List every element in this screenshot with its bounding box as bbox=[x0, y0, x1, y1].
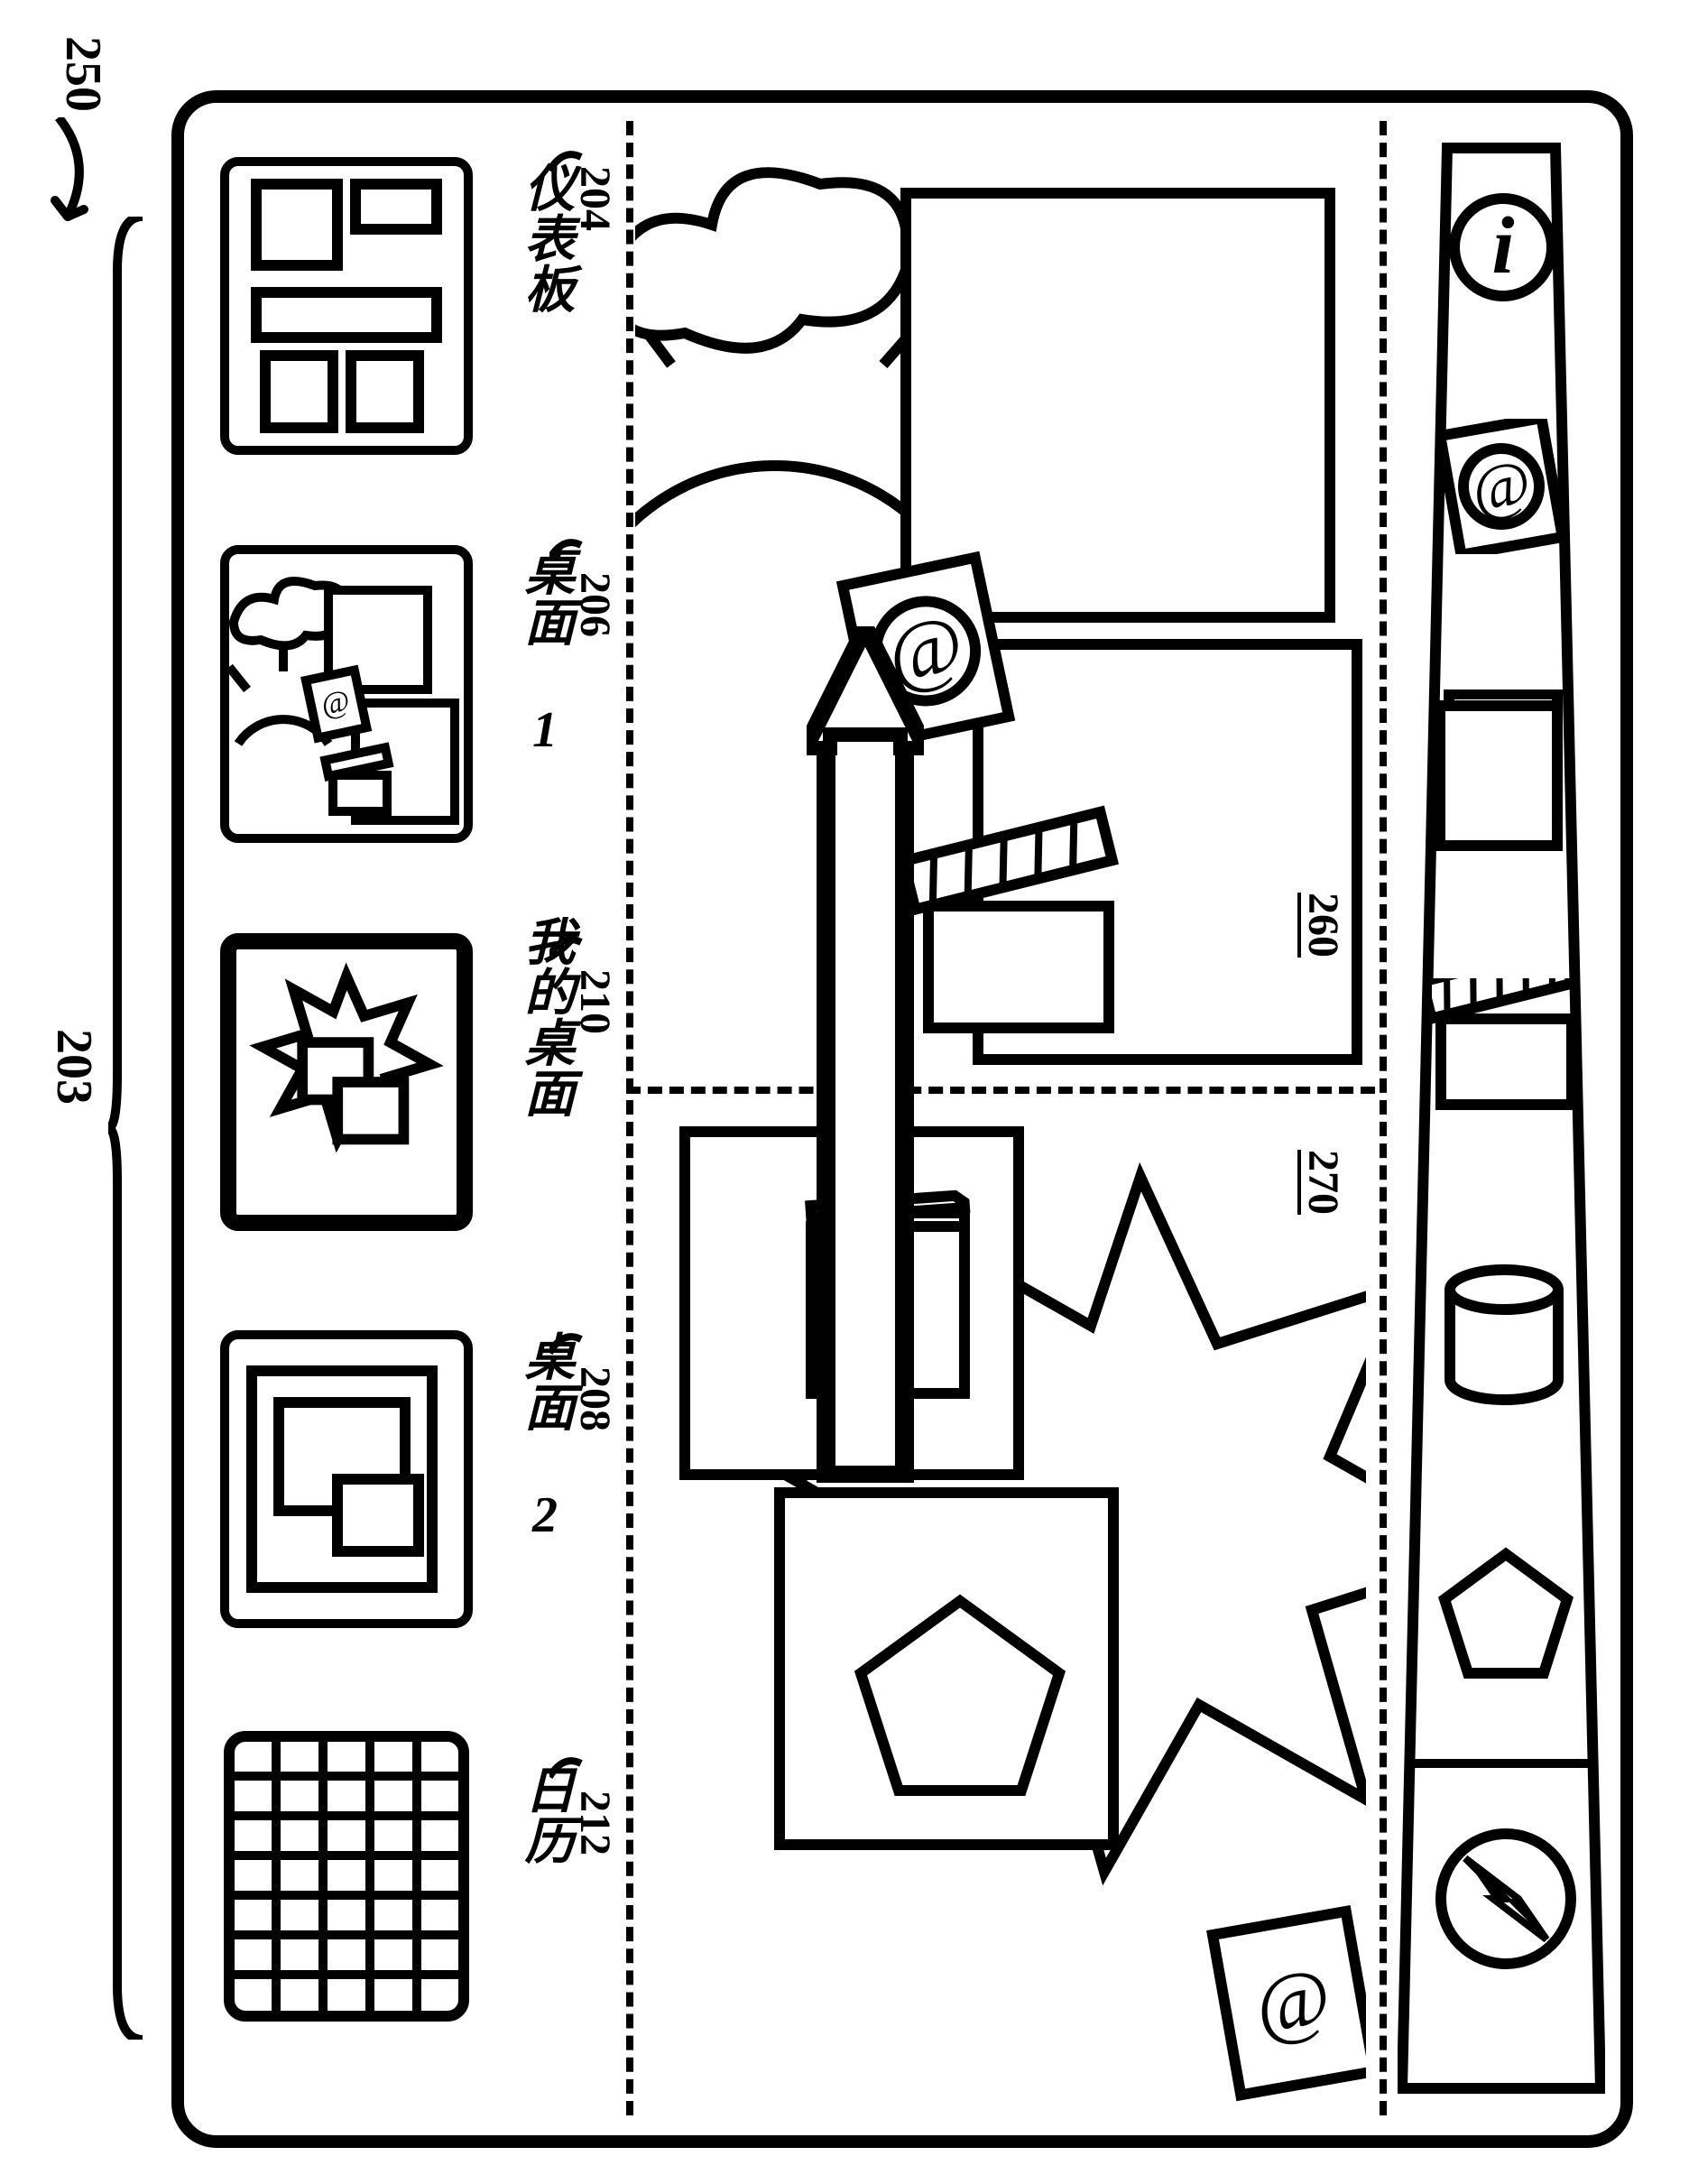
ref-260: 260 bbox=[1298, 893, 1348, 958]
separator-dock bbox=[1380, 121, 1387, 2115]
panel-split bbox=[626, 1087, 1375, 1094]
ref-203: 203 bbox=[45, 1029, 103, 1105]
ref-208: 208 bbox=[570, 1366, 620, 1431]
figure-250: 250 203 仪表板 204 bbox=[36, 36, 1653, 2148]
svg-text:@: @ bbox=[1467, 448, 1537, 526]
svg-text:i: i bbox=[1491, 201, 1514, 291]
ref-270: 270 bbox=[1298, 1150, 1348, 1215]
ref-206: 206 bbox=[570, 572, 620, 637]
ref-204: 204 bbox=[570, 166, 620, 231]
dock-folder-icon[interactable] bbox=[1435, 689, 1571, 852]
thumb-calendar[interactable] bbox=[220, 1727, 473, 2025]
label-desktop2: 桌面 2 bbox=[509, 1330, 582, 1543]
ref-210: 210 bbox=[570, 969, 620, 1034]
expanded-desktop1[interactable]: @ bbox=[635, 130, 1366, 1078]
dock: i @ bbox=[1398, 139, 1605, 2097]
brace-203 bbox=[108, 217, 144, 2040]
svg-text:@: @ bbox=[1249, 1951, 1338, 2052]
thumb-dashboard[interactable] bbox=[220, 157, 473, 455]
separator-strip bbox=[626, 121, 633, 2115]
thumb-desktop2[interactable] bbox=[220, 1330, 473, 1628]
dock-movies-icon[interactable] bbox=[1432, 978, 1581, 1114]
ref-212: 212 bbox=[570, 1791, 620, 1855]
dock-pentagon-icon[interactable] bbox=[1438, 1547, 1574, 1682]
expanded-mydesktop[interactable]: @ bbox=[635, 1096, 1366, 2115]
dock-info-icon[interactable]: i bbox=[1449, 193, 1557, 301]
dock-compass-icon[interactable] bbox=[1434, 1827, 1578, 1971]
thumb-mydesktop[interactable] bbox=[220, 933, 473, 1231]
ref-250: 250 bbox=[54, 36, 112, 112]
thumb-desktop1[interactable]: @ bbox=[220, 545, 473, 843]
screen-frame: 仪表板 204 bbox=[171, 90, 1633, 2148]
drag-arrow bbox=[807, 626, 924, 1484]
dock-mail-icon[interactable]: @ bbox=[1443, 419, 1560, 554]
dock-trash-icon[interactable] bbox=[1441, 1263, 1567, 1411]
